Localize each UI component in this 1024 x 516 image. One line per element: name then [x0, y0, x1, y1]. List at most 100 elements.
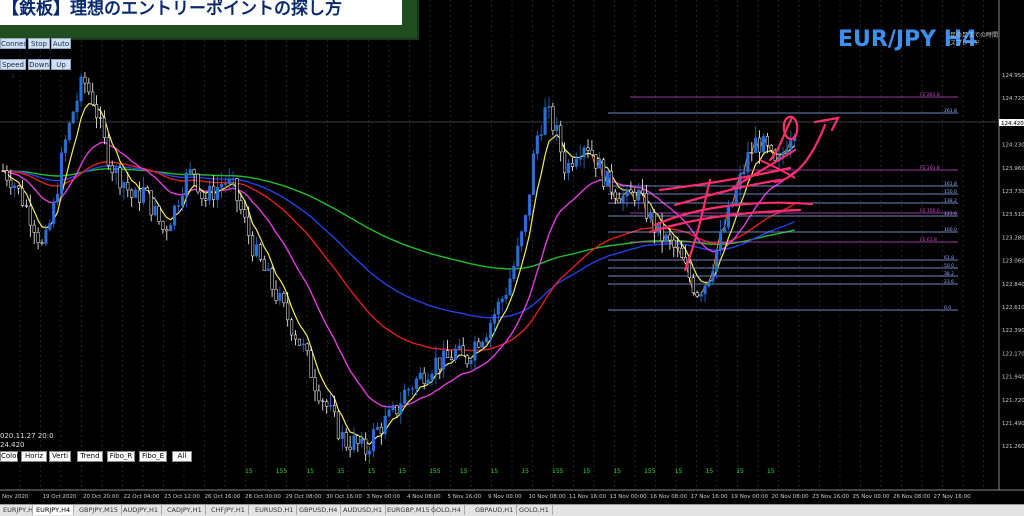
session-mark: 15: [460, 468, 468, 475]
candle-body: [520, 231, 524, 247]
fibo-e-tool-button[interactable]: Fibo_E: [139, 451, 167, 462]
candle-body: [173, 205, 177, 226]
all-tool-button[interactable]: All: [172, 451, 192, 462]
candle-body: [344, 432, 348, 448]
stop-button[interactable]: Stop: [28, 38, 50, 49]
candle-body: [336, 411, 340, 439]
candle-body: [48, 223, 52, 230]
candle-body: [243, 209, 247, 218]
candle-body: [664, 234, 668, 242]
chart-tab[interactable]: GBPJPY,M15: [76, 505, 123, 515]
down-button[interactable]: Down: [28, 59, 50, 70]
candle-body: [141, 187, 145, 203]
fibo-level-label: 61.8: [944, 255, 954, 261]
candle-body: [17, 185, 21, 189]
connect-button[interactable]: Connect: [0, 38, 30, 49]
candle-body: [442, 350, 446, 370]
candle-body: [434, 357, 438, 375]
candle-body: [67, 122, 71, 141]
candle-body: [360, 438, 364, 444]
price-tick-label: 123.280: [1002, 235, 1024, 241]
time-tick-label: 20 Nov 08:00: [772, 494, 810, 500]
candle-body: [430, 373, 434, 381]
candle-body: [44, 229, 48, 244]
session-mark: 15: [767, 468, 775, 475]
chart-tab[interactable]: EURGBP,M15: [384, 505, 434, 515]
fibo-r-tool-button[interactable]: Fibo_R: [107, 451, 135, 462]
candle-body: [309, 350, 313, 378]
candle-body: [516, 245, 520, 267]
candle-body: [496, 301, 500, 315]
candle-body: [36, 232, 40, 243]
candle-body: [660, 222, 664, 242]
candle-body: [317, 390, 321, 402]
chart-tab[interactable]: CADJPY,H1: [164, 505, 206, 515]
time-tick-label: 26 Nov 08:00: [893, 494, 931, 500]
chart-tab[interactable]: GBPUSD,H4: [296, 505, 342, 515]
candle-body: [726, 206, 730, 228]
session-mark: 15: [675, 468, 683, 475]
chart-tab[interactable]: GBPAUD,H1: [472, 505, 518, 515]
chart-tab[interactable]: GOLD,H1: [516, 505, 553, 515]
candle-body: [176, 205, 181, 207]
info-price: 24.420: [0, 441, 25, 449]
candle-body: [598, 159, 602, 169]
session-mark: 15: [583, 468, 591, 475]
candle-body: [449, 357, 454, 360]
speed-button[interactable]: Speed 1: [0, 59, 26, 80]
fibo-level-label: 100.0: [944, 227, 957, 233]
candle-body: [91, 91, 95, 105]
candle-body: [219, 184, 223, 188]
candle-body: [270, 268, 274, 290]
time-tick-label: 27 Nov 16:00: [934, 494, 972, 500]
candle-body: [758, 137, 762, 153]
session-mark: 15: [736, 468, 744, 475]
candle-body: [691, 277, 695, 293]
time-tick-label: 11 Nov 16:00: [569, 494, 607, 500]
time-tick-label: 30 Oct 16:00: [326, 494, 362, 500]
candle-body: [231, 178, 235, 180]
chart-tab[interactable]: AUDUSD,H1: [340, 505, 387, 515]
fibo-level-label: 123.6: [944, 211, 957, 217]
price-tick-label: 122.840: [1002, 282, 1024, 288]
up-button[interactable]: Up: [51, 59, 71, 70]
candle-body: [531, 153, 535, 195]
candle-body: [262, 259, 266, 271]
chart-tab[interactable]: AUDJPY,H1: [120, 505, 162, 515]
candle-body: [680, 247, 684, 258]
candle-body: [570, 162, 574, 167]
candle-body: [161, 221, 165, 230]
price-tick-label: 121.720: [1002, 398, 1024, 404]
candle-body: [169, 224, 173, 232]
candle-body: [633, 192, 637, 201]
time-tick-label: 23 Oct 12:00: [164, 494, 200, 500]
fibo-level-label: FE 261.8: [920, 92, 940, 98]
candle-body: [407, 388, 411, 391]
price-chart[interactable]: FE 261.8261.8FE 161.8161.8150.0138.2FE 1…: [0, 0, 1024, 515]
candle-body: [212, 185, 216, 200]
auto-button[interactable]: Auto: [51, 38, 71, 49]
verti-tool-button[interactable]: Verti: [49, 451, 71, 462]
fibo-level-label: FE 100.0: [920, 208, 940, 214]
candle-body: [637, 189, 641, 201]
candle-body: [711, 271, 715, 282]
candle-body: [695, 292, 699, 297]
chart-tab[interactable]: CHFJPY,H1: [208, 505, 249, 515]
candle-body: [383, 415, 387, 434]
candle-body: [481, 341, 485, 348]
time-tick-label: Nov 2020: [2, 494, 29, 500]
horiz-tool-button[interactable]: Horiz: [21, 451, 47, 462]
candle-body: [609, 170, 613, 193]
candle-body: [555, 125, 559, 131]
candle-body: [208, 185, 212, 201]
chart-tab[interactable]: GOLD,H4: [428, 505, 465, 515]
chart-tab[interactable]: EURJPY,H4: [32, 505, 75, 515]
info-datetime: 020.11.27 20:0: [0, 432, 54, 440]
candle-body: [332, 405, 337, 413]
candle-body: [157, 205, 161, 222]
color-tool-button[interactable]: Color: [0, 451, 19, 462]
chart-tab[interactable]: EURUSD,H1: [252, 505, 298, 515]
candle-body: [329, 405, 333, 407]
candle-body: [368, 450, 372, 455]
trend-tool-button[interactable]: Trend: [77, 451, 103, 462]
